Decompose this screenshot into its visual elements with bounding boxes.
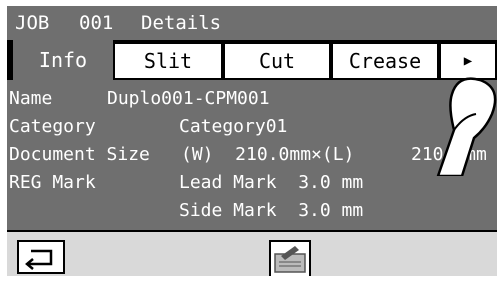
reg-mark-label: REG Mark (9, 172, 96, 193)
category-label: Category (9, 116, 96, 137)
name-value: Duplo001-CPM001 (107, 88, 270, 109)
name-label: Name (9, 88, 53, 109)
touch-panel: JOB 001 Details Info Slit Cut Crease ▶ N… (7, 6, 497, 276)
bottom-bar (7, 232, 497, 276)
title-details: Details (141, 12, 222, 34)
tab-next-arrow[interactable]: ▶ (439, 42, 497, 80)
tab-slit[interactable]: Slit (113, 42, 223, 80)
edit-button[interactable] (269, 240, 311, 276)
document-size-label: Document Size (9, 144, 150, 165)
tab-crease[interactable]: Crease (331, 42, 439, 80)
lead-mark-value: Lead Mark 3.0 mm (179, 172, 364, 193)
details-area: Name Duplo001-CPM001 Category Category01… (7, 80, 497, 230)
side-mark-value: Side Mark 3.0 mm (179, 200, 364, 221)
tab-cut[interactable]: Cut (223, 42, 331, 80)
edit-document-icon (274, 246, 306, 273)
back-button[interactable] (17, 240, 65, 274)
document-size-width: (W) 210.0mm×(L) (181, 144, 355, 165)
title-bar: JOB 001 Details (7, 6, 497, 40)
category-value: Category01 (179, 116, 288, 137)
title-job-number: 001 (79, 12, 114, 34)
title-job: JOB (15, 12, 50, 34)
document-size-length: 210.0mm (411, 144, 487, 165)
back-arrow-icon (25, 249, 53, 270)
tab-info[interactable]: Info (13, 40, 113, 80)
screen: JOB 001 Details Info Slit Cut Crease ▶ N… (0, 0, 504, 282)
